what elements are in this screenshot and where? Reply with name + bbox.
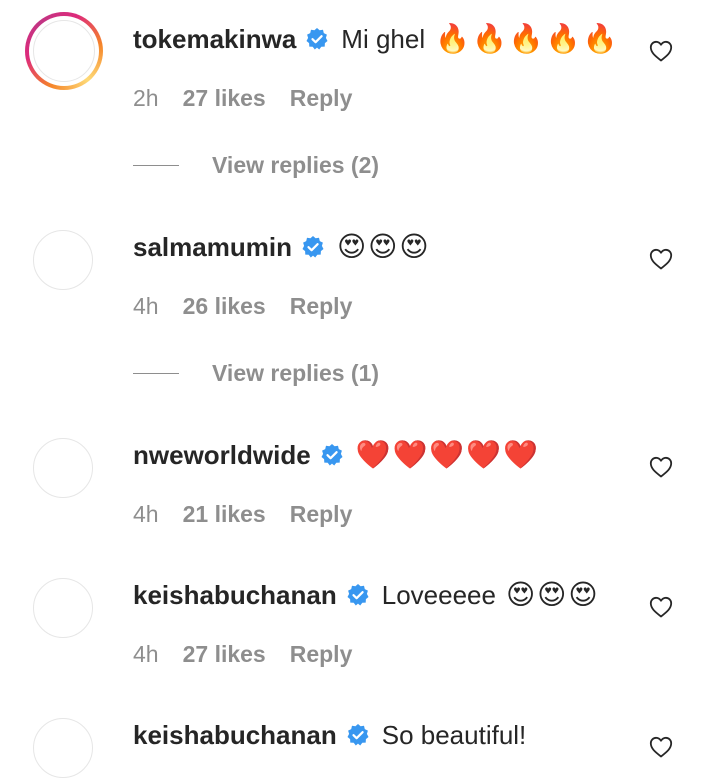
like-heart-icon[interactable] xyxy=(649,596,673,618)
comment-time[interactable]: 4h xyxy=(133,293,159,320)
comment-likes[interactable]: 21 likes xyxy=(183,501,266,528)
like-heart-icon[interactable] xyxy=(649,248,673,270)
verified-badge-icon xyxy=(321,444,343,466)
comment-username[interactable]: salmamumin xyxy=(133,230,292,264)
comment-emoji: ❤️❤️❤️❤️❤️ xyxy=(355,439,541,470)
comment-meta: 4h 21 likes Reply xyxy=(133,501,352,528)
comment-emoji: 😍😍😍 xyxy=(505,579,600,610)
reply-button[interactable]: Reply xyxy=(290,641,353,668)
divider xyxy=(133,372,179,375)
comment-username[interactable]: keishabuchanan xyxy=(133,578,337,612)
comment-time[interactable]: 4h xyxy=(133,501,159,528)
like-heart-icon[interactable] xyxy=(649,40,673,62)
comment-likes[interactable]: 27 likes xyxy=(183,85,266,112)
view-replies-label: View replies (1) xyxy=(212,360,380,386)
view-replies-label: View replies (2) xyxy=(212,152,380,178)
view-replies-button[interactable]: View replies (2) xyxy=(133,152,379,179)
verified-badge-icon xyxy=(347,724,369,746)
comment-emoji: 😍😍😍 xyxy=(336,231,431,262)
comment-time[interactable]: 2h xyxy=(133,85,159,112)
comment-time[interactable]: 4h xyxy=(133,641,159,668)
comment-body: Loveeeee xyxy=(381,580,496,610)
avatar[interactable] xyxy=(33,230,93,290)
like-heart-icon[interactable] xyxy=(649,456,673,478)
view-replies-button[interactable]: View replies (1) xyxy=(133,360,379,387)
comment-username[interactable]: tokemakinwa xyxy=(133,22,296,56)
like-heart-icon[interactable] xyxy=(649,736,673,758)
comment-username[interactable]: keishabuchanan xyxy=(133,718,337,752)
comment-text-line: keishabuchanan So beautiful! xyxy=(133,718,526,752)
comment-meta: 4h 26 likes Reply xyxy=(133,293,352,320)
comment-text-line: keishabuchanan Loveeeee 😍😍😍 xyxy=(133,578,600,612)
avatar[interactable] xyxy=(33,578,93,638)
comment-likes[interactable]: 26 likes xyxy=(183,293,266,320)
comment-username[interactable]: nweworldwide xyxy=(133,438,311,472)
verified-badge-icon xyxy=(306,28,328,50)
divider xyxy=(133,164,179,167)
comment-text-line: salmamumin 😍😍😍 xyxy=(133,230,431,264)
verified-badge-icon xyxy=(347,584,369,606)
comment-likes[interactable]: 27 likes xyxy=(183,641,266,668)
comment-body: So beautiful! xyxy=(381,720,527,750)
reply-button[interactable]: Reply xyxy=(290,501,353,528)
reply-button[interactable]: Reply xyxy=(290,85,353,112)
comment-meta: 4h 27 likes Reply xyxy=(133,641,352,668)
comment-text-line: nweworldwide ❤️❤️❤️❤️❤️ xyxy=(133,438,540,472)
verified-badge-icon xyxy=(302,236,324,258)
reply-button[interactable]: Reply xyxy=(290,293,353,320)
avatar[interactable] xyxy=(33,718,93,778)
avatar-story-ring[interactable] xyxy=(25,12,103,90)
comment-emoji: 🔥🔥🔥🔥🔥 xyxy=(435,23,620,54)
comment-meta: 2h 27 likes Reply xyxy=(133,85,352,112)
avatar[interactable] xyxy=(33,438,93,498)
avatar[interactable] xyxy=(33,20,95,82)
comment-text-line: tokemakinwa Mi ghel 🔥🔥🔥🔥🔥 xyxy=(133,22,619,56)
comment-body: Mi ghel xyxy=(341,24,426,54)
